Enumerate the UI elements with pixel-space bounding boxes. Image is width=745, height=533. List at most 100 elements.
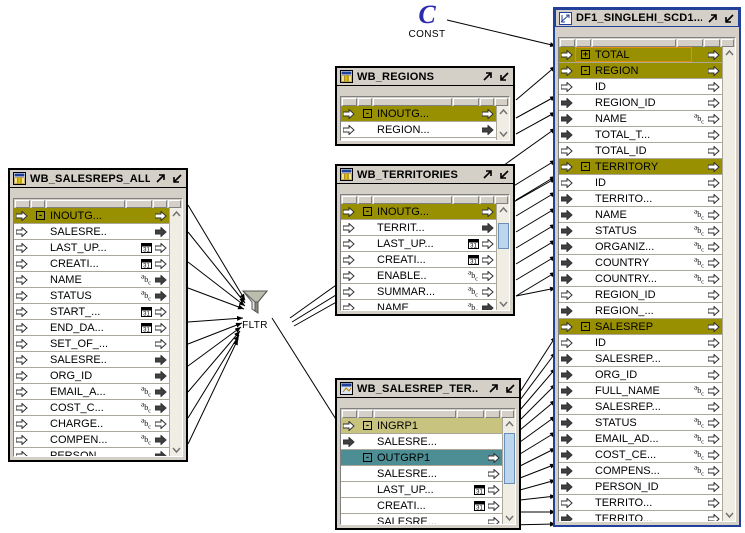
port-connected-icon[interactable]	[481, 123, 494, 136]
attribute-row[interactable]: COUNTRY... abc	[559, 271, 722, 287]
port-open-icon[interactable]	[154, 257, 167, 270]
scroll-track[interactable]	[497, 216, 510, 298]
output-port[interactable]	[706, 384, 722, 397]
output-port[interactable]	[706, 192, 722, 205]
attribute-row[interactable]: EMAIL_AD... abc	[559, 431, 722, 447]
output-port[interactable]	[480, 123, 496, 136]
attribute-row[interactable]: NAME abc	[341, 300, 496, 310]
column-header-cell[interactable]	[720, 39, 734, 47]
collapse-icon[interactable]: -	[363, 453, 372, 462]
input-port[interactable]	[559, 384, 575, 397]
attribute-list[interactable]: - INGRP1 SALESRE... - OUTGRP1 SALESRE... LAST_…	[341, 418, 502, 524]
port-open-icon[interactable]	[154, 241, 167, 254]
output-port[interactable]	[706, 368, 722, 381]
port-connected-icon[interactable]	[560, 384, 573, 397]
port-open-icon[interactable]	[707, 160, 720, 173]
input-port[interactable]	[341, 221, 357, 234]
panel-titlebar[interactable]: WB_REGIONS	[337, 68, 513, 86]
port-connected-icon[interactable]	[560, 112, 573, 125]
output-port[interactable]	[706, 320, 722, 333]
port-open-icon[interactable]	[707, 400, 720, 413]
scroll-track[interactable]	[497, 118, 510, 128]
collapse-icon[interactable]: -	[363, 421, 372, 430]
input-port[interactable]	[559, 464, 575, 477]
collapse-icon[interactable]: -	[581, 66, 590, 75]
input-port[interactable]	[559, 192, 575, 205]
attribute-row[interactable]: COST_C... abc	[14, 400, 169, 416]
scroll-down-icon[interactable]	[497, 298, 510, 310]
scroll-down-icon[interactable]	[723, 509, 736, 521]
input-port[interactable]	[559, 48, 575, 61]
column-header-cell[interactable]	[342, 98, 357, 106]
port-connected-icon[interactable]	[560, 352, 573, 365]
port-open-icon[interactable]	[342, 269, 355, 282]
input-port[interactable]	[14, 417, 30, 430]
input-port[interactable]	[14, 369, 30, 382]
output-port[interactable]	[706, 240, 722, 253]
vertical-scrollbar[interactable]	[496, 106, 509, 140]
input-port[interactable]	[559, 368, 575, 381]
port-open-icon[interactable]	[481, 107, 494, 120]
input-port[interactable]	[559, 352, 575, 365]
input-port[interactable]	[341, 107, 357, 120]
attribute-row[interactable]: NAME abc	[14, 272, 169, 288]
group-row[interactable]: - SALESREP	[559, 319, 722, 335]
output-port[interactable]	[706, 480, 722, 493]
attribute-row[interactable]: TOTAL_ID	[559, 143, 722, 159]
output-port[interactable]	[706, 96, 722, 109]
input-port[interactable]	[341, 237, 357, 250]
maximize-button[interactable]	[487, 382, 500, 395]
attribute-row[interactable]: REGION_ID	[559, 287, 722, 303]
maximize-button[interactable]	[154, 172, 167, 185]
port-connected-icon[interactable]	[154, 273, 167, 286]
output-port[interactable]	[153, 401, 169, 414]
port-open-icon[interactable]	[487, 467, 500, 480]
output-port[interactable]	[706, 224, 722, 237]
column-header-cell[interactable]	[15, 200, 30, 208]
port-open-icon[interactable]	[560, 160, 573, 173]
attribute-row[interactable]: SET_OF_...	[14, 336, 169, 352]
port-connected-icon[interactable]	[560, 96, 573, 109]
attribute-row[interactable]: TERRIT...	[341, 220, 496, 236]
const-operator[interactable]: C CONST	[399, 2, 455, 41]
input-port[interactable]	[341, 419, 357, 432]
input-port[interactable]	[559, 64, 575, 77]
column-header-cell[interactable]	[676, 39, 704, 47]
mapping-canvas[interactable]: C CONST FLTR WB_SALESREPS_ALL - INOUTG... S…	[0, 0, 745, 533]
input-port[interactable]	[559, 304, 575, 317]
port-connected-icon[interactable]	[481, 221, 494, 234]
output-port[interactable]	[706, 64, 722, 77]
attribute-row[interactable]: SALESRE...	[341, 514, 502, 524]
output-port[interactable]	[153, 449, 169, 456]
port-connected-icon[interactable]	[154, 225, 167, 238]
attribute-row[interactable]: CREATI... 31	[341, 498, 502, 514]
input-port[interactable]	[559, 240, 575, 253]
port-open-icon[interactable]	[707, 288, 720, 301]
output-port[interactable]	[706, 112, 722, 125]
port-open-icon[interactable]	[707, 64, 720, 77]
group-row[interactable]: - INOUTG...	[341, 204, 496, 220]
scroll-down-icon[interactable]	[170, 444, 183, 456]
port-open-icon[interactable]	[15, 449, 28, 457]
input-port[interactable]	[14, 401, 30, 414]
attribute-row[interactable]: LAST_UP... 31	[341, 482, 502, 498]
scroll-track[interactable]	[503, 430, 516, 512]
column-header-cell[interactable]	[152, 200, 168, 208]
port-connected-icon[interactable]	[154, 369, 167, 382]
maximize-button[interactable]	[481, 70, 494, 83]
port-open-icon[interactable]	[560, 144, 573, 157]
port-open-icon[interactable]	[560, 176, 573, 189]
column-header-strip[interactable]	[559, 38, 735, 47]
scroll-up-icon[interactable]	[497, 204, 510, 216]
port-open-icon[interactable]	[342, 205, 355, 218]
group-row[interactable]: + TOTAL	[559, 47, 722, 63]
group-row[interactable]: - REGION	[559, 63, 722, 79]
group-row[interactable]: - OUTGRP1	[341, 450, 502, 466]
attribute-row[interactable]: ORGANIZ... abc	[559, 239, 722, 255]
vertical-scrollbar[interactable]	[169, 208, 182, 456]
attribute-list[interactable]: - INOUTG... TERRIT... LAST_UP... 31 CREATI...…	[341, 204, 496, 310]
group-row[interactable]: - TERRITORY	[559, 159, 722, 175]
collapse-icon[interactable]: -	[363, 207, 372, 216]
input-port[interactable]	[559, 256, 575, 269]
port-open-icon[interactable]	[707, 240, 720, 253]
